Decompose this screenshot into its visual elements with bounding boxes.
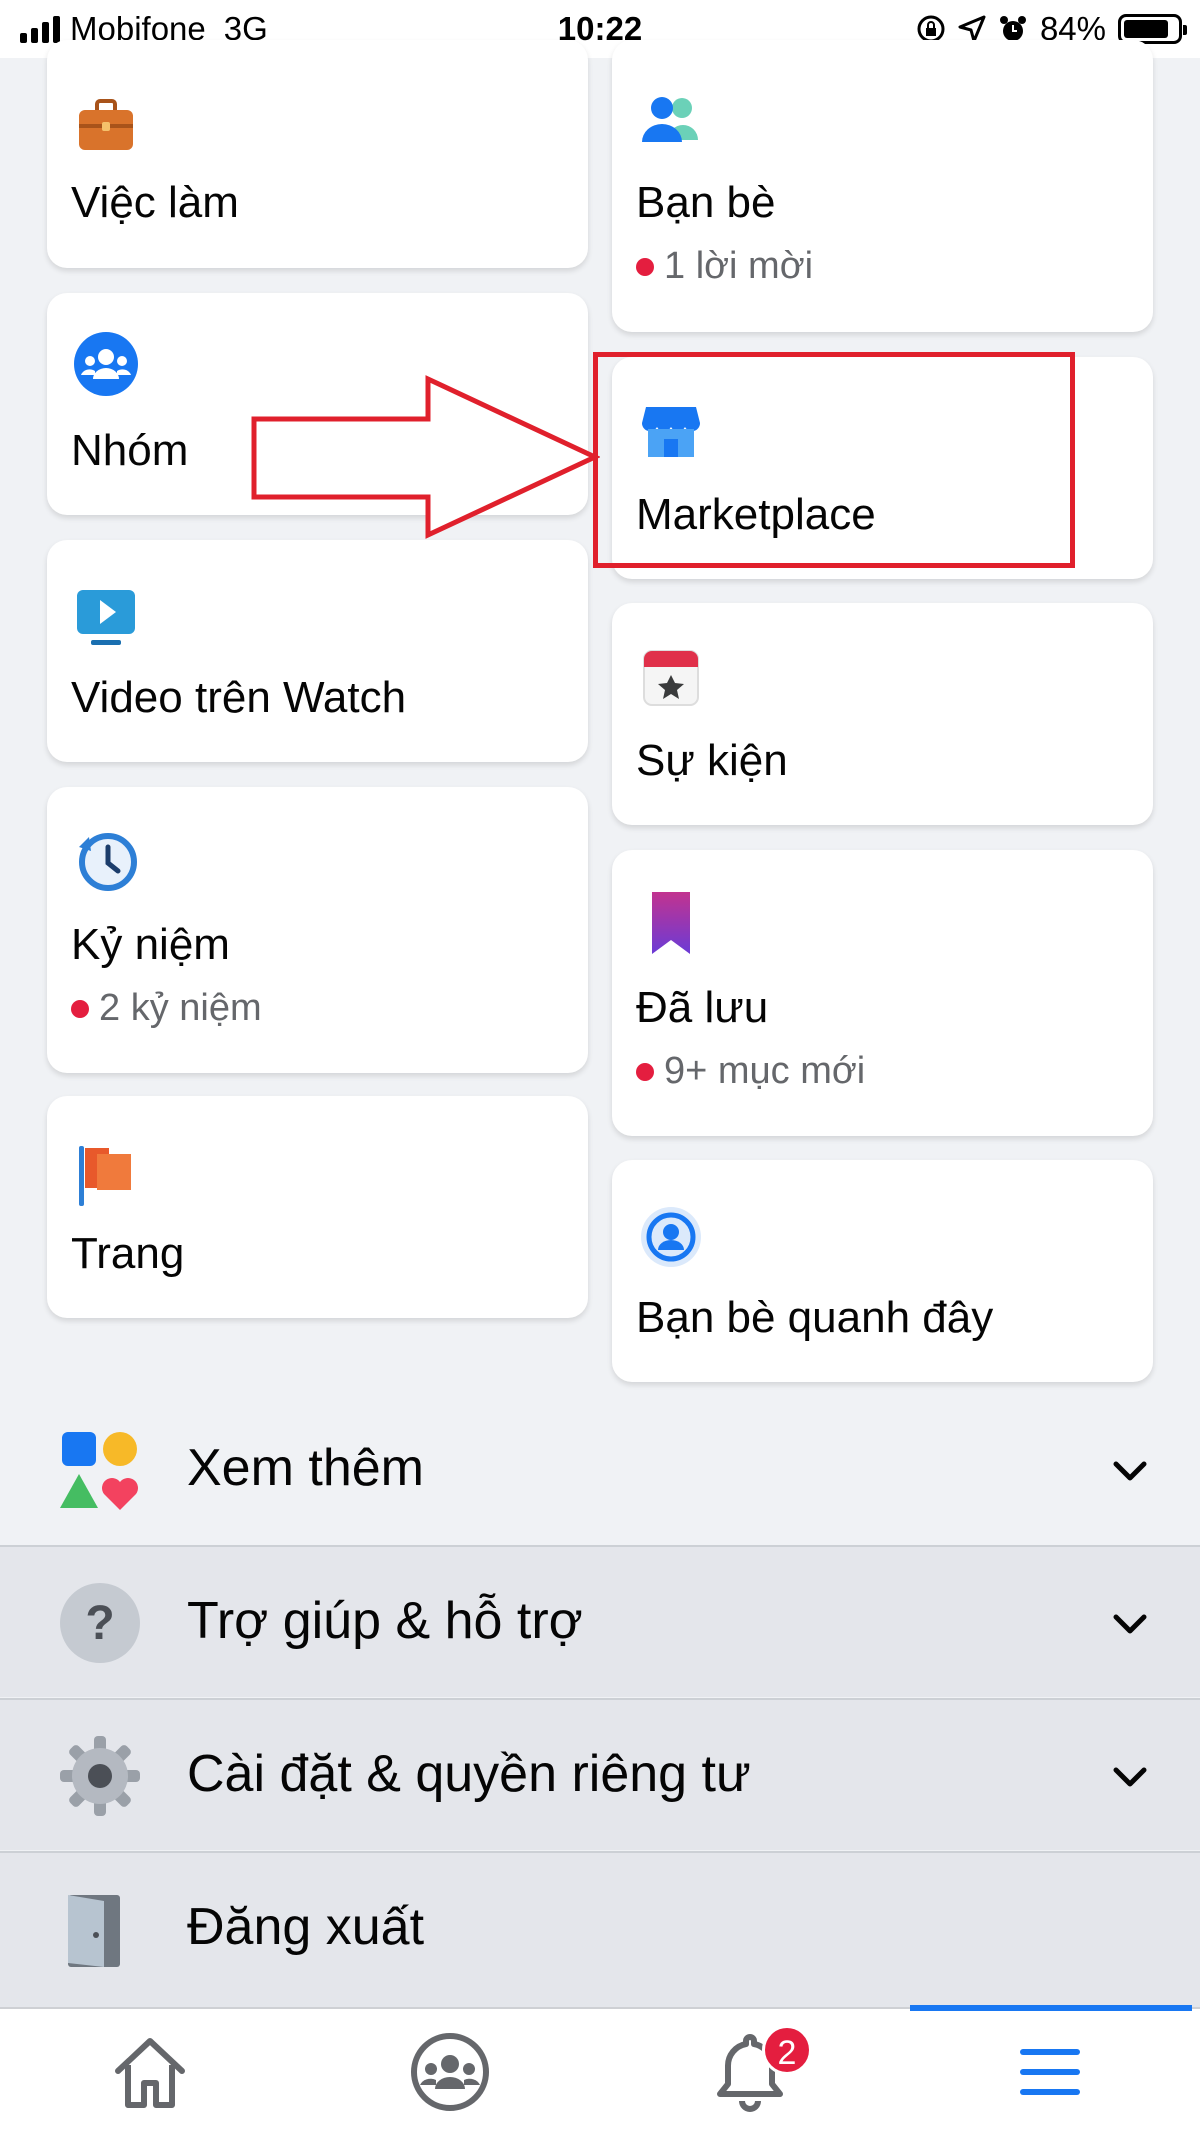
highlight-box [593,352,1075,568]
active-tab-indicator [910,2005,1192,2011]
shortcut-title: Sự kiện [636,736,788,785]
shortcut-title: Bạn bè [636,178,776,227]
shortcut-ky-niem[interactable]: Kỷ niệm 2 kỷ niệm [47,787,588,1073]
menu-row-tro-giup[interactable]: ? Trợ giúp & hỗ trợ [0,1545,1200,1697]
home-icon[interactable] [100,2027,200,2117]
nearby-friends-icon [641,1207,701,1267]
notification-badge: 2 [762,2025,812,2075]
help-question-icon: ? [60,1583,140,1663]
friends-icon [642,97,698,142]
menu-hamburger-icon[interactable] [1000,2027,1100,2117]
shortcut-subtitle: 1 lời mời [636,245,813,288]
groups-icon [74,332,138,396]
memories-clock-icon [79,833,137,891]
menu-row-dang-xuat[interactable]: Đăng xuất [0,1851,1200,2007]
shortcut-title: Đã lưu [636,983,769,1032]
logout-door-icon [68,1895,120,1967]
chevron-down-icon [1113,1461,1147,1481]
unread-dot [71,999,89,1018]
menu-row-label: Đăng xuất [187,1898,425,1956]
briefcase-icon [79,99,133,150]
arrow-annotation-icon [251,375,600,539]
shortcut-title: Trang [71,1229,185,1278]
shortcut-da-luu[interactable]: Đã lưu 9+ mục mới [612,850,1153,1136]
unread-dot [636,257,654,276]
shortcut-trang[interactable]: Trang [47,1096,588,1318]
shortcut-viec-lam[interactable]: Việc làm [47,40,588,268]
shortcut-subtitle: 2 kỷ niệm [71,987,262,1030]
menu-row-label: Trợ giúp & hỗ trợ [187,1592,583,1650]
shortcut-subtitle: 9+ mục mới [636,1050,865,1093]
saved-bookmark-icon [652,892,690,954]
menu-row-cai-dat[interactable]: Cài đặt & quyền riêng tư [0,1698,1200,1850]
events-calendar-icon [643,650,699,706]
groups-icon[interactable] [400,2027,500,2117]
shortcut-title: Bạn bè quanh đây [636,1293,994,1342]
shortcut-ban-be-quanh-day[interactable]: Bạn bè quanh đây [612,1160,1153,1382]
memories-count: 2 kỷ niệm [99,987,262,1029]
friend-requests-count: 1 lời mời [664,245,814,287]
see-more-shapes-icon [60,1432,138,1510]
bottom-nav [0,2005,1200,2133]
settings-gear-icon [60,1736,140,1816]
saved-new-count: 9+ mục mới [664,1050,866,1092]
menu-row-label: Xem thêm [187,1439,424,1497]
location-arrow-icon [958,15,986,43]
shortcut-ban-be[interactable]: Bạn bè 1 lời mời [612,40,1153,332]
menu-row-xem-them[interactable]: Xem thêm [0,1394,1200,1546]
chevron-down-icon [1113,1614,1147,1634]
menu-row-label: Cài đặt & quyền riêng tư [187,1745,751,1803]
unread-dot [636,1062,654,1081]
shortcut-title: Việc làm [71,178,239,227]
chevron-down-icon [1113,1767,1147,1787]
shortcut-title: Kỷ niệm [71,920,230,969]
shortcut-title: Video trên Watch [71,673,407,722]
pages-flag-icon [79,1146,131,1206]
shortcut-video-watch[interactable]: Video trên Watch [47,540,588,762]
shortcut-su-kien[interactable]: Sự kiện [612,603,1153,825]
svg-text:?: ? [85,1597,114,1650]
watch-video-icon [77,590,135,645]
shortcut-title: Nhóm [71,426,189,475]
